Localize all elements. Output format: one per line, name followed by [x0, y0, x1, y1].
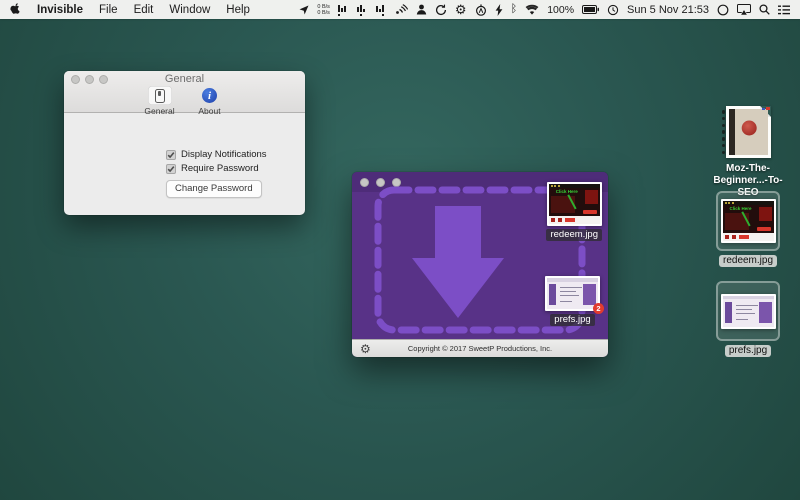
- dropped-file-redeem[interactable]: Click Here redeem.jpg: [546, 182, 602, 241]
- drop-window-footer: ⚙ Copyright © 2017 SweetP Productions, I…: [352, 339, 608, 357]
- menu-clock[interactable]: Sun 5 Nov 21:53: [627, 4, 709, 16]
- net-down: 0 B/s: [317, 10, 330, 16]
- general-switch-icon: [148, 86, 172, 105]
- redeem-thumbnail: Click Here: [547, 182, 602, 226]
- gear-icon[interactable]: ⚙: [455, 3, 467, 16]
- click-here-text: Click Here: [556, 189, 578, 194]
- location-icon[interactable]: [299, 5, 309, 15]
- tab-general-label: General: [144, 106, 174, 116]
- minimize-button[interactable]: [85, 75, 94, 84]
- user-icon[interactable]: [416, 4, 427, 15]
- click-here-text: Click Here: [730, 206, 752, 211]
- preferences-titlebar[interactable]: General General i About: [64, 71, 305, 113]
- app-menu-title[interactable]: Invisible: [37, 4, 83, 16]
- copyright-text: Copyright © 2017 SweetP Productions, Inc…: [352, 344, 608, 353]
- close-button[interactable]: [360, 178, 369, 187]
- tab-general[interactable]: General: [140, 86, 180, 116]
- redeem-filename-label: redeem.jpg: [719, 255, 777, 267]
- menu-window[interactable]: Window: [169, 4, 210, 16]
- display-notifications-row: Display Notifications: [166, 149, 305, 160]
- change-password-button[interactable]: Change Password: [166, 180, 262, 198]
- menu-edit[interactable]: Edit: [134, 4, 154, 16]
- menu-help[interactable]: Help: [226, 4, 250, 16]
- tab-about-label: About: [198, 106, 220, 116]
- require-password-checkbox[interactable]: [166, 164, 176, 174]
- require-password-label: Require Password: [181, 163, 259, 174]
- dropped-file-prefs[interactable]: 2 prefs.jpg: [545, 276, 600, 326]
- tab-about[interactable]: i About: [190, 86, 230, 116]
- desktop: Invisible File Edit Window Help 0 B/s 0 …: [0, 0, 800, 500]
- wireless-signal-icon[interactable]: [395, 4, 408, 15]
- about-info-icon: i: [198, 86, 222, 105]
- preferences-toolbar: General i About: [64, 86, 305, 116]
- sync-icon[interactable]: [435, 4, 447, 16]
- hotspot-icon[interactable]: [475, 4, 487, 16]
- prefs-thumbnail: 2: [545, 276, 600, 311]
- preferences-content: Display Notifications Require Password C…: [64, 113, 305, 198]
- zoom-button[interactable]: [99, 75, 108, 84]
- prefs-count-badge: 2: [593, 303, 604, 314]
- battery-icon[interactable]: [582, 5, 599, 14]
- display-notifications-label: Display Notifications: [181, 149, 267, 160]
- memory-graph-icon[interactable]: [357, 4, 368, 16]
- spotlight-icon[interactable]: [759, 4, 770, 15]
- traffic-lights: [71, 75, 108, 84]
- apple-menu-icon[interactable]: [10, 3, 21, 16]
- download-arrow-icon: [412, 206, 504, 318]
- display-notifications-checkbox[interactable]: [166, 150, 176, 160]
- power-bolt-icon[interactable]: [495, 4, 503, 16]
- desktop-icon-prefs[interactable]: prefs.jpg: [709, 281, 787, 357]
- redeem-thumbnail: Click Here: [721, 199, 776, 243]
- close-button[interactable]: [71, 75, 80, 84]
- cpu-graph-icon[interactable]: [338, 4, 349, 16]
- drop-window: Click Here redeem.jpg 2 prefs: [352, 172, 608, 357]
- net-up: 0 B/s: [317, 4, 330, 10]
- desktop-icon-moz-pdf[interactable]: Moz-The- Beginner...-To-SEO: [707, 106, 789, 199]
- network-speed-readout[interactable]: 0 B/s 0 B/s: [317, 4, 330, 16]
- moz-pdf-thumbnail: [726, 106, 771, 158]
- prefs-filename-label: prefs.jpg: [550, 314, 594, 326]
- prefs-thumbnail: [721, 294, 776, 329]
- preferences-window: General General i About Display Notifica…: [64, 71, 305, 215]
- desktop-icon-redeem[interactable]: Click Here redeem.jpg: [709, 191, 787, 267]
- disk-graph-icon[interactable]: [376, 4, 387, 16]
- selection-highlight: [716, 281, 780, 341]
- notification-center-icon[interactable]: [778, 5, 790, 15]
- require-password-row: Require Password: [166, 163, 305, 174]
- bluetooth-icon[interactable]: ᛒ: [511, 4, 518, 15]
- selection-highlight: Click Here: [716, 191, 780, 251]
- siri-icon[interactable]: [717, 4, 729, 16]
- battery-percent: 100%: [547, 4, 574, 16]
- redeem-filename-label: redeem.jpg: [546, 229, 602, 241]
- time-machine-icon[interactable]: [607, 4, 619, 16]
- menu-file[interactable]: File: [99, 4, 118, 16]
- prefs-filename-label: prefs.jpg: [725, 345, 771, 357]
- menu-bar: Invisible File Edit Window Help 0 B/s 0 …: [0, 0, 800, 19]
- airplay-display-icon[interactable]: [737, 4, 751, 15]
- wifi-icon[interactable]: [525, 4, 539, 15]
